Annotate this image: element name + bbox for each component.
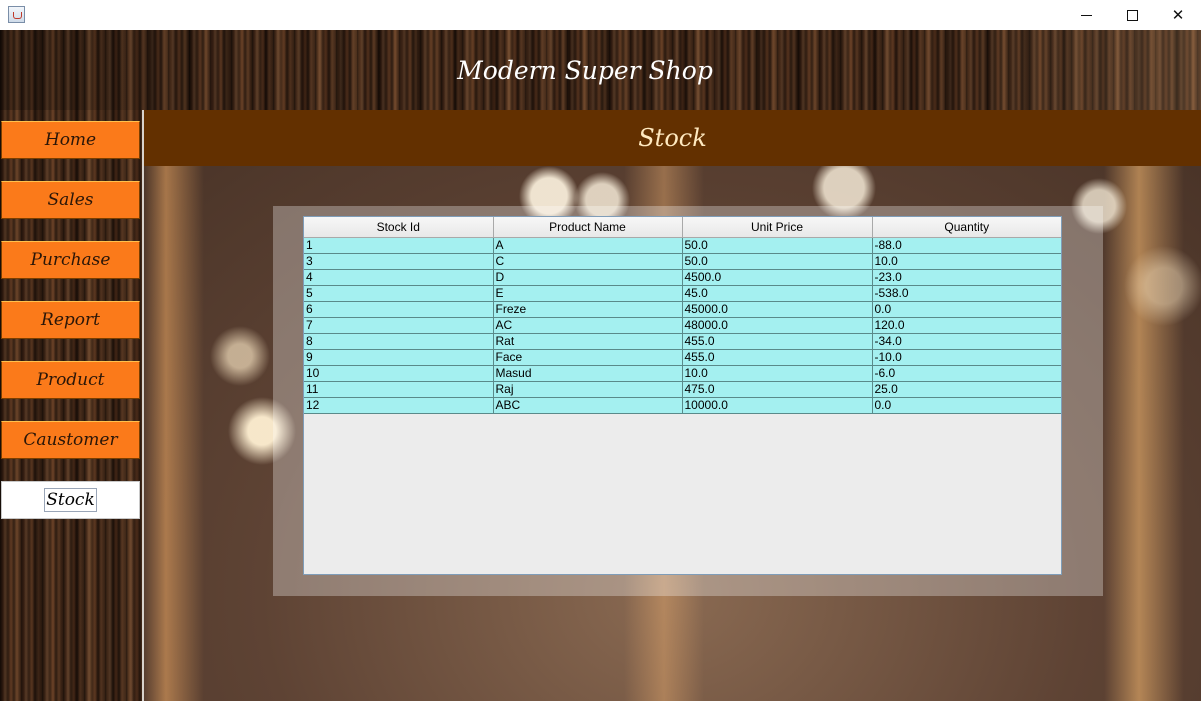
nav-report-label: Report [41, 310, 100, 330]
minimize-button[interactable] [1063, 0, 1109, 30]
cell-quantity[interactable]: 120.0 [872, 317, 1061, 334]
table-row[interactable]: 6 Freze 45000.0 0.0 [304, 301, 1061, 318]
cell-product-name[interactable]: C [493, 253, 683, 270]
table-row[interactable]: 11 Raj 475.0 25.0 [304, 381, 1061, 398]
cell-unit-price[interactable]: 455.0 [682, 349, 873, 366]
table-row[interactable]: 8 Rat 455.0 -34.0 [304, 333, 1061, 350]
cell-unit-price[interactable]: 10000.0 [682, 397, 873, 414]
cell-quantity[interactable]: -538.0 [872, 285, 1061, 302]
cell-quantity[interactable]: -88.0 [872, 237, 1061, 254]
cell-stock-id[interactable]: 10 [304, 365, 494, 382]
column-header-unit-price[interactable]: Unit Price [682, 217, 873, 238]
cell-stock-id[interactable]: 3 [304, 253, 494, 270]
maximize-button[interactable] [1109, 0, 1155, 30]
table-row[interactable]: 7 AC 48000.0 120.0 [304, 317, 1061, 334]
cell-quantity[interactable]: -10.0 [872, 349, 1061, 366]
cell-quantity[interactable]: -34.0 [872, 333, 1061, 350]
cell-stock-id[interactable]: 8 [304, 333, 494, 350]
stock-table[interactable]: Stock Id Product Name Unit Price Quantit… [304, 217, 1061, 414]
maximize-icon [1126, 9, 1138, 21]
table-row[interactable]: 9 Face 455.0 -10.0 [304, 349, 1061, 366]
nav-report-button[interactable]: Report [1, 301, 140, 339]
cell-unit-price[interactable]: 50.0 [682, 237, 873, 254]
table-row[interactable]: 3 C 50.0 10.0 [304, 253, 1061, 270]
column-header-product-name[interactable]: Product Name [493, 217, 683, 238]
cell-product-name[interactable]: D [493, 269, 683, 286]
cell-stock-id[interactable]: 12 [304, 397, 494, 414]
nav-customer-button[interactable]: Caustomer [1, 421, 140, 459]
section-title: Stock [144, 110, 1201, 166]
cell-stock-id[interactable]: 6 [304, 301, 494, 318]
cell-unit-price[interactable]: 10.0 [682, 365, 873, 382]
close-button[interactable]: ✕ [1155, 0, 1201, 30]
cell-quantity[interactable]: 10.0 [872, 253, 1061, 270]
nav-sales-label: Sales [47, 190, 94, 210]
cell-product-name[interactable]: Rat [493, 333, 683, 350]
cell-quantity[interactable]: 0.0 [872, 397, 1061, 414]
nav-product-button[interactable]: Product [1, 361, 140, 399]
nav-customer-label: Caustomer [23, 430, 118, 450]
cell-stock-id[interactable]: 5 [304, 285, 494, 302]
cell-stock-id[interactable]: 4 [304, 269, 494, 286]
cell-quantity[interactable]: -23.0 [872, 269, 1061, 286]
cell-unit-price[interactable]: 475.0 [682, 381, 873, 398]
nav-purchase-label: Purchase [30, 250, 111, 270]
cell-product-name[interactable]: AC [493, 317, 683, 334]
nav-stock-button[interactable]: Stock [1, 481, 140, 519]
window-titlebar: ✕ [0, 0, 1201, 30]
cell-product-name[interactable]: E [493, 285, 683, 302]
cell-unit-price[interactable]: 4500.0 [682, 269, 873, 286]
nav-home-button[interactable]: Home [1, 121, 140, 159]
nav-sales-button[interactable]: Sales [1, 181, 140, 219]
cell-product-name[interactable]: ABC [493, 397, 683, 414]
table-row[interactable]: 5 E 45.0 -538.0 [304, 285, 1061, 302]
column-header-quantity[interactable]: Quantity [872, 217, 1061, 238]
cell-product-name[interactable]: Masud [493, 365, 683, 382]
app-title: Modern Super Shop [457, 55, 713, 85]
cell-unit-price[interactable]: 45.0 [682, 285, 873, 302]
cell-stock-id[interactable]: 11 [304, 381, 494, 398]
table-row[interactable]: 12 ABC 10000.0 0.0 [304, 397, 1061, 414]
cell-unit-price[interactable]: 45000.0 [682, 301, 873, 318]
cell-unit-price[interactable]: 455.0 [682, 333, 873, 350]
nav-product-label: Product [36, 370, 105, 390]
nav-stock-label: Stock [44, 488, 97, 512]
cell-product-name[interactable]: Raj [493, 381, 683, 398]
stock-table-scrollpane[interactable]: Stock Id Product Name Unit Price Quantit… [303, 216, 1062, 575]
close-icon: ✕ [1171, 6, 1185, 24]
nav-purchase-button[interactable]: Purchase [1, 241, 140, 279]
java-cup-icon [8, 6, 25, 23]
cell-quantity[interactable]: -6.0 [872, 365, 1061, 382]
cell-product-name[interactable]: Freze [493, 301, 683, 318]
table-header-row: Stock Id Product Name Unit Price Quantit… [304, 217, 1061, 238]
cell-stock-id[interactable]: 7 [304, 317, 494, 334]
table-row[interactable]: 4 D 4500.0 -23.0 [304, 269, 1061, 286]
cell-quantity[interactable]: 25.0 [872, 381, 1061, 398]
cell-unit-price[interactable]: 50.0 [682, 253, 873, 270]
minimize-icon [1080, 14, 1092, 16]
column-header-stock-id[interactable]: Stock Id [304, 217, 494, 238]
cell-product-name[interactable]: A [493, 237, 683, 254]
cell-unit-price[interactable]: 48000.0 [682, 317, 873, 334]
cell-stock-id[interactable]: 1 [304, 237, 494, 254]
cell-stock-id[interactable]: 9 [304, 349, 494, 366]
header-banner: Modern Super Shop [0, 30, 1201, 110]
cell-product-name[interactable]: Face [493, 349, 683, 366]
table-row[interactable]: 1 A 50.0 -88.0 [304, 237, 1061, 254]
cell-quantity[interactable]: 0.0 [872, 301, 1061, 318]
table-row[interactable]: 10 Masud 10.0 -6.0 [304, 365, 1061, 382]
nav-home-label: Home [44, 130, 97, 150]
